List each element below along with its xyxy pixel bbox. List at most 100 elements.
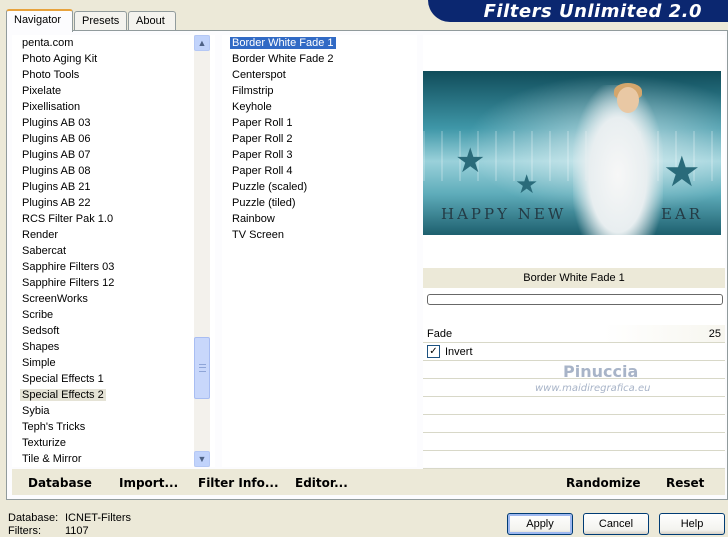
category-scrollbar[interactable]: ▲ ▼ xyxy=(194,35,210,467)
category-item[interactable]: Teph's Tricks xyxy=(12,419,215,435)
editor-button[interactable]: Editor... xyxy=(295,476,348,490)
category-item[interactable]: penta.com xyxy=(12,35,215,51)
apply-button[interactable]: Apply xyxy=(507,513,573,535)
invert-checkbox[interactable]: ✓ xyxy=(427,345,440,358)
category-item[interactable]: Plugins AB 21 xyxy=(12,179,215,195)
category-item[interactable]: Texturize xyxy=(12,435,215,451)
category-item[interactable]: Sedsoft xyxy=(12,323,215,339)
filter-item-label: Puzzle (scaled) xyxy=(232,181,308,193)
control-row xyxy=(423,433,725,451)
filter-item[interactable]: Puzzle (scaled) xyxy=(222,179,417,195)
filter-item[interactable]: TV Screen xyxy=(222,227,417,243)
filter-info-button[interactable]: Filter Info... xyxy=(198,476,279,490)
import-button[interactable]: Import... xyxy=(119,476,178,490)
filter-item[interactable]: Paper Roll 1 xyxy=(222,115,417,131)
category-item-label: Sybia xyxy=(22,405,50,417)
category-item-label: Plugins AB 03 xyxy=(22,117,91,129)
filter-item-label: Puzzle (tiled) xyxy=(232,197,296,209)
category-item[interactable]: Photo Aging Kit xyxy=(12,51,215,67)
category-item[interactable]: Plugins AB 03 xyxy=(12,115,215,131)
filter-item-label: Paper Roll 3 xyxy=(232,149,293,161)
category-item-label: Special Effects 2 xyxy=(20,389,106,401)
category-item-label: Teph's Tricks xyxy=(22,421,86,433)
filter-item-label: Border White Fade 1 xyxy=(229,36,337,50)
category-item[interactable]: Simple xyxy=(12,355,215,371)
category-list[interactable]: penta.com Photo Aging Kit Photo Tools Pixel… xyxy=(12,35,215,467)
category-item-label: Sabercat xyxy=(22,245,67,257)
category-item[interactable]: Plugins AB 22 xyxy=(12,195,215,211)
star-decoration: ★ xyxy=(663,148,701,195)
category-item[interactable]: ScreenWorks xyxy=(12,291,215,307)
fade-value: 25 xyxy=(708,328,721,340)
fade-slider[interactable]: Fade 25 xyxy=(423,325,725,343)
tab-presets[interactable]: Presets xyxy=(74,11,127,31)
category-item[interactable]: Sapphire Filters 12 xyxy=(12,275,215,291)
database-status-label: Database: xyxy=(8,512,59,524)
category-item[interactable]: Special Effects 2 xyxy=(12,387,215,403)
category-item-label: Plugins AB 06 xyxy=(22,133,91,145)
randomize-button[interactable]: Randomize xyxy=(566,476,640,490)
filter-item[interactable]: Filmstrip xyxy=(222,83,417,99)
filter-item[interactable]: Paper Roll 2 xyxy=(222,131,417,147)
filter-title: Border White Fade 1 xyxy=(523,272,625,284)
category-item-label: Simple xyxy=(22,357,56,369)
tab-about[interactable]: About xyxy=(128,11,176,31)
category-item[interactable]: RCS Filter Pak 1.0 xyxy=(12,211,215,227)
filter-item[interactable]: Rainbow xyxy=(222,211,417,227)
category-item-label: Scribe xyxy=(22,309,54,321)
database-button[interactable]: Database xyxy=(28,476,92,490)
preview-caption-right: EAR xyxy=(661,205,704,223)
category-item-label: Plugins AB 07 xyxy=(22,149,91,161)
filter-item[interactable]: Border White Fade 1 xyxy=(222,35,417,51)
app-title: Filters Unlimited 2.0 xyxy=(483,1,702,22)
help-button[interactable]: Help xyxy=(659,513,725,535)
category-item[interactable]: Plugins AB 07 xyxy=(12,147,215,163)
filters-status-value: 1107 xyxy=(65,525,89,537)
category-item-label: ScreenWorks xyxy=(22,293,88,305)
invert-label: Invert xyxy=(445,346,473,358)
category-item-label: Sedsoft xyxy=(22,325,60,337)
filter-toolbar: Randomize Reset xyxy=(423,469,725,495)
title-banner: Filters Unlimited 2.0 xyxy=(428,0,728,22)
category-item[interactable]: Pixellisation xyxy=(12,99,215,115)
control-row xyxy=(423,397,725,415)
scroll-down-button[interactable]: ▼ xyxy=(194,451,210,467)
filter-item[interactable]: Centerspot xyxy=(222,67,417,83)
scroll-up-button[interactable]: ▲ xyxy=(194,35,210,51)
filter-item-label: Keyhole xyxy=(232,101,272,113)
category-item-label: Sapphire Filters 12 xyxy=(22,277,115,289)
category-item-label: Texturize xyxy=(22,437,67,449)
category-item-label: Tile & Mirror xyxy=(22,453,82,465)
category-item[interactable]: Shapes xyxy=(12,339,215,355)
category-item[interactable]: Pixelate xyxy=(12,83,215,99)
category-item[interactable]: Sapphire Filters 03 xyxy=(12,259,215,275)
tab-navigator[interactable]: Navigator xyxy=(6,9,73,32)
cancel-button[interactable]: Cancel xyxy=(583,513,649,535)
filter-item[interactable]: Keyhole xyxy=(222,99,417,115)
category-item[interactable]: Render xyxy=(12,227,215,243)
filter-item[interactable]: Border White Fade 2 xyxy=(222,51,417,67)
category-item-label: Sapphire Filters 03 xyxy=(22,261,115,273)
category-item[interactable]: Special Effects 1 xyxy=(12,371,215,387)
category-item-label: Render xyxy=(22,229,59,241)
star-decoration: ★ xyxy=(455,142,486,180)
fade-label: Fade xyxy=(427,328,453,340)
category-item[interactable]: Sybia xyxy=(12,403,215,419)
category-item[interactable]: Sabercat xyxy=(12,243,215,259)
preview-caption-left: HAPPY NEW xyxy=(441,205,567,223)
invert-row: ✓ Invert xyxy=(423,343,725,361)
category-item[interactable]: Scribe xyxy=(12,307,215,323)
category-item[interactable]: Plugins AB 08 xyxy=(12,163,215,179)
reset-button[interactable]: Reset xyxy=(666,476,704,490)
category-item[interactable]: Plugins AB 06 xyxy=(12,131,215,147)
filter-item[interactable]: Puzzle (tiled) xyxy=(222,195,417,211)
scroll-thumb[interactable] xyxy=(194,337,210,399)
progress-bar xyxy=(427,294,723,305)
filter-list[interactable]: Border White Fade 1 Border White Fade 2 Ce… xyxy=(222,35,417,467)
navigator-panel: penta.com Photo Aging Kit Photo Tools Pixel… xyxy=(6,30,728,500)
filter-item[interactable]: Paper Roll 3 xyxy=(222,147,417,163)
category-item[interactable]: Tile & Mirror xyxy=(12,451,215,467)
category-item-label: Plugins AB 21 xyxy=(22,181,91,193)
filter-item[interactable]: Paper Roll 4 xyxy=(222,163,417,179)
category-item[interactable]: Photo Tools xyxy=(12,67,215,83)
